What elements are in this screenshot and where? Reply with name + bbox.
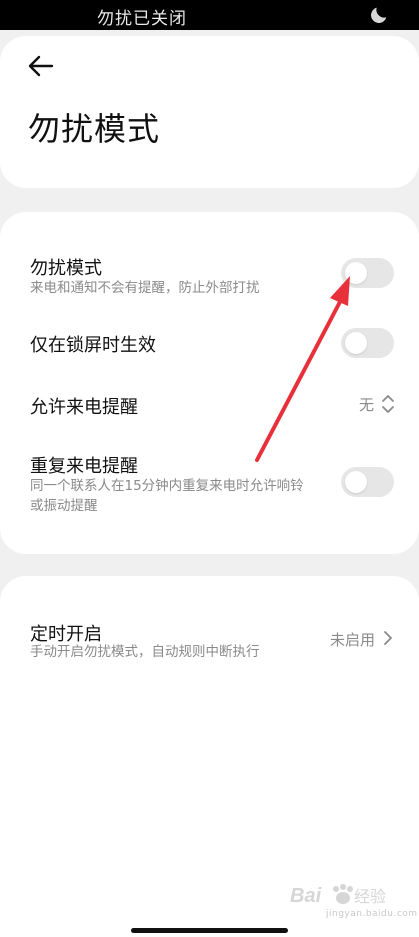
dnd-desc: 来电和通知不会有提醒，防止外部打扰: [30, 280, 260, 296]
page-title: 勿扰模式: [28, 110, 161, 148]
toggle-knob: [345, 262, 367, 284]
toggle-knob: [345, 332, 367, 354]
lock-screen-only-toggle[interactable]: [341, 328, 394, 358]
toggle-knob: [345, 471, 367, 493]
chevron-right-icon[interactable]: [383, 630, 393, 646]
repeat-calls-desc-line1: 同一个联系人在15分钟内重复来电时允许响铃: [30, 478, 304, 494]
moon-icon: [371, 7, 387, 23]
repeat-calls-desc-line2: 或振动提醒: [30, 498, 98, 514]
watermark: Bai 经验 jingyan.baidu.com: [290, 880, 417, 924]
baidu-jingyan-logo: Bai 经验: [290, 884, 386, 907]
home-indicator[interactable]: [131, 928, 288, 933]
allow-calls-value[interactable]: 无: [359, 394, 374, 415]
dnd-title: 勿扰模式: [30, 258, 102, 279]
status-text: 勿扰已关闭: [97, 9, 187, 29]
watermark-url: jingyan.baidu.com: [326, 909, 418, 919]
status-bar: 勿扰已关闭: [0, 0, 419, 30]
arrow-left-icon: [28, 55, 54, 77]
repeat-calls-toggle[interactable]: [341, 467, 394, 497]
schedule-value[interactable]: 未启用: [330, 629, 375, 650]
repeat-calls-title: 重复来电提醒: [30, 456, 138, 477]
updown-icon[interactable]: [381, 393, 395, 415]
schedule-desc: 手动开启勿扰模式，自动规则中断执行: [30, 644, 260, 660]
back-button[interactable]: [22, 52, 58, 80]
allow-calls-title[interactable]: 允许来电提醒: [30, 393, 138, 419]
svg-text:Bai: Bai: [290, 885, 322, 907]
lock-screen-only-title: 仅在锁屏时生效: [30, 335, 156, 356]
dnd-toggle[interactable]: [341, 258, 394, 288]
svg-text:经验: 经验: [354, 887, 386, 906]
